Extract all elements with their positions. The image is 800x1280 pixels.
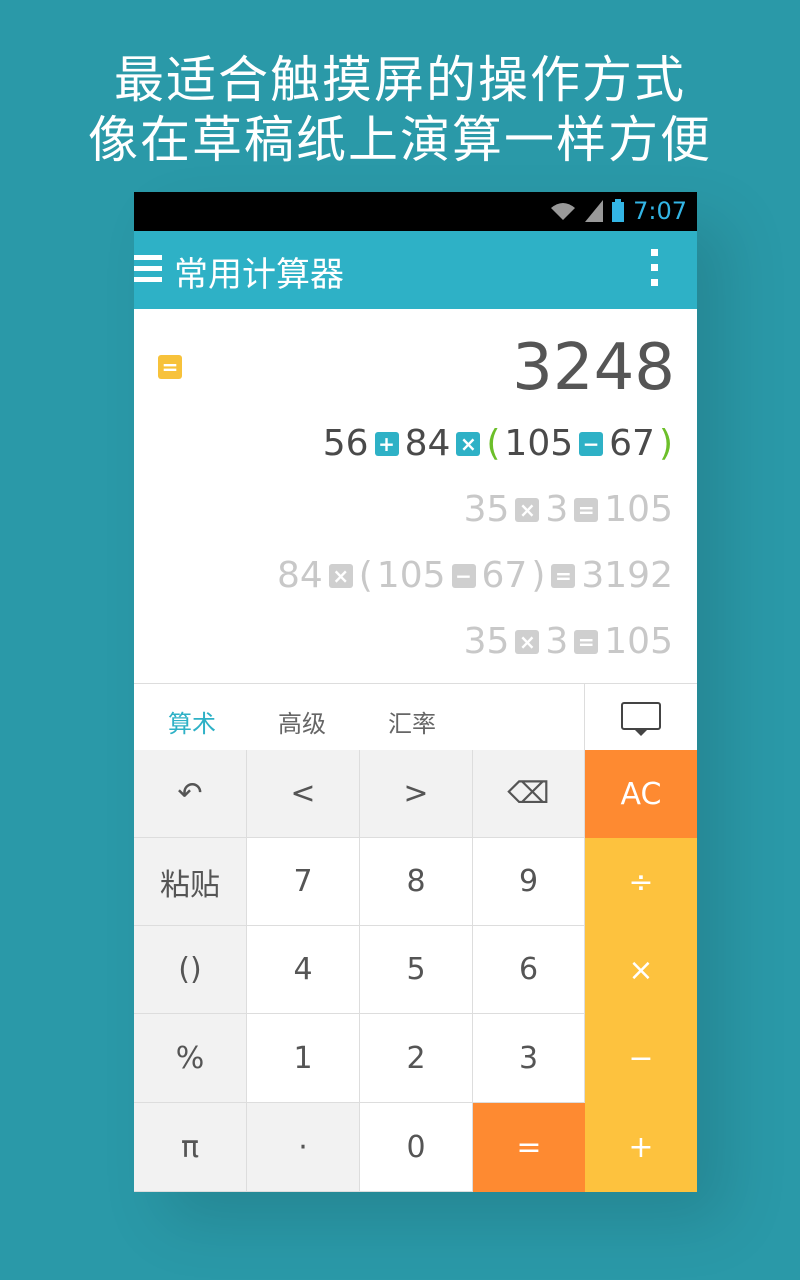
multiply-operator: × <box>456 431 481 456</box>
signal-icon <box>585 200 604 222</box>
promo-line-2: 像在草稿纸上演算一样方便 <box>88 111 712 169</box>
hist-number: 105 <box>376 555 446 596</box>
pi-button[interactable]: π <box>134 1103 247 1192</box>
hist-equals: = <box>574 629 599 654</box>
tab-exchange-rate[interactable]: 汇率 <box>388 704 436 739</box>
multiply-button[interactable]: × <box>585 926 697 1014</box>
undo-button[interactable]: ↶ <box>134 750 247 838</box>
digit-8-button[interactable]: 8 <box>360 838 473 926</box>
hist-number: 35 <box>463 621 510 662</box>
hist-operator: × <box>328 563 353 588</box>
result-value: 3248 <box>512 331 675 405</box>
status-bar: 7:07 <box>134 192 697 231</box>
backspace-button[interactable]: ⌫ <box>473 750 585 838</box>
phone-screen: 7:07 常用计算器 = 3248 56 + 84 × ( 105 − 67 )… <box>134 192 697 1192</box>
hist-number: 84 <box>276 555 323 596</box>
percent-button[interactable]: % <box>134 1014 247 1103</box>
history-item[interactable]: 84 × ( 105 − 67 ) = 3192 <box>277 555 673 596</box>
hist-paren: ( <box>358 555 373 596</box>
divide-button[interactable]: ÷ <box>585 838 697 926</box>
expr-number: 84 <box>404 423 451 464</box>
hist-equals: = <box>574 497 599 522</box>
minus-operator: − <box>579 431 604 456</box>
app-title: 常用计算器 <box>174 255 344 295</box>
digit-1-button[interactable]: 1 <box>247 1014 360 1103</box>
hist-number: 67 <box>481 555 528 596</box>
history-item[interactable]: 35 × 3 = 105 <box>464 621 673 662</box>
digit-6-button[interactable]: 6 <box>473 926 585 1014</box>
tab-arithmetic[interactable]: 算术 <box>168 704 216 739</box>
cursor-right-button[interactable]: > <box>360 750 473 838</box>
hist-result: 105 <box>604 489 673 530</box>
hist-result: 105 <box>604 621 673 662</box>
app-bar: 常用计算器 <box>134 231 697 309</box>
expr-number: 105 <box>504 423 574 464</box>
history-item[interactable]: 35 × 3 = 105 <box>464 489 673 530</box>
mode-tabs: 算术 高级 汇率 <box>134 683 697 750</box>
expr-number: 56 <box>322 423 369 464</box>
minus-button[interactable]: − <box>585 1014 697 1103</box>
status-time: 7:07 <box>633 197 687 225</box>
decimal-point-button[interactable]: · <box>247 1103 360 1192</box>
hist-number: 3 <box>545 621 569 662</box>
all-clear-button[interactable]: AC <box>585 750 697 838</box>
digit-7-button[interactable]: 7 <box>247 838 360 926</box>
tab-advanced[interactable]: 高级 <box>278 704 326 739</box>
plus-operator: + <box>374 431 399 456</box>
calculator-display: = 3248 56 + 84 × ( 105 − 67 ) 35 × 3 = 1… <box>134 309 697 683</box>
digit-4-button[interactable]: 4 <box>247 926 360 1014</box>
menu-icon[interactable] <box>134 255 162 285</box>
equals-button[interactable]: = <box>473 1103 585 1192</box>
status-icons: 7:07 <box>549 197 687 225</box>
hist-operator: × <box>515 629 540 654</box>
hist-operator: − <box>451 563 476 588</box>
hist-number: 3 <box>545 489 569 530</box>
close-paren: ) <box>658 423 673 464</box>
hist-equals: = <box>551 563 576 588</box>
paste-button[interactable]: 粘贴 <box>134 838 247 926</box>
battery-icon <box>612 199 625 222</box>
plus-button[interactable]: + <box>585 1103 697 1192</box>
current-expression[interactable]: 56 + 84 × ( 105 − 67 ) <box>323 423 673 464</box>
parentheses-button[interactable]: () <box>134 926 247 1014</box>
overflow-icon[interactable] <box>651 249 659 294</box>
keypad: ↶ < > ⌫ AC 粘贴 7 8 9 ÷ () 4 5 6 × % 1 2 3… <box>134 750 697 1192</box>
expr-number: 67 <box>609 423 655 464</box>
open-paren: ( <box>486 423 501 464</box>
hist-number: 35 <box>463 489 510 530</box>
cursor-left-button[interactable]: < <box>247 750 360 838</box>
wifi-icon <box>551 203 576 220</box>
digit-5-button[interactable]: 5 <box>360 926 473 1014</box>
digit-0-button[interactable]: 0 <box>360 1103 473 1192</box>
digit-2-button[interactable]: 2 <box>360 1014 473 1103</box>
keyboard-toggle-button[interactable] <box>584 684 697 750</box>
hist-operator: × <box>515 497 540 522</box>
digit-9-button[interactable]: 9 <box>473 838 585 926</box>
keyboard-icon <box>621 702 661 736</box>
hist-paren: ) <box>531 555 546 596</box>
hist-result: 3192 <box>581 555 673 596</box>
result-badge: = <box>158 355 182 379</box>
digit-3-button[interactable]: 3 <box>473 1014 585 1103</box>
